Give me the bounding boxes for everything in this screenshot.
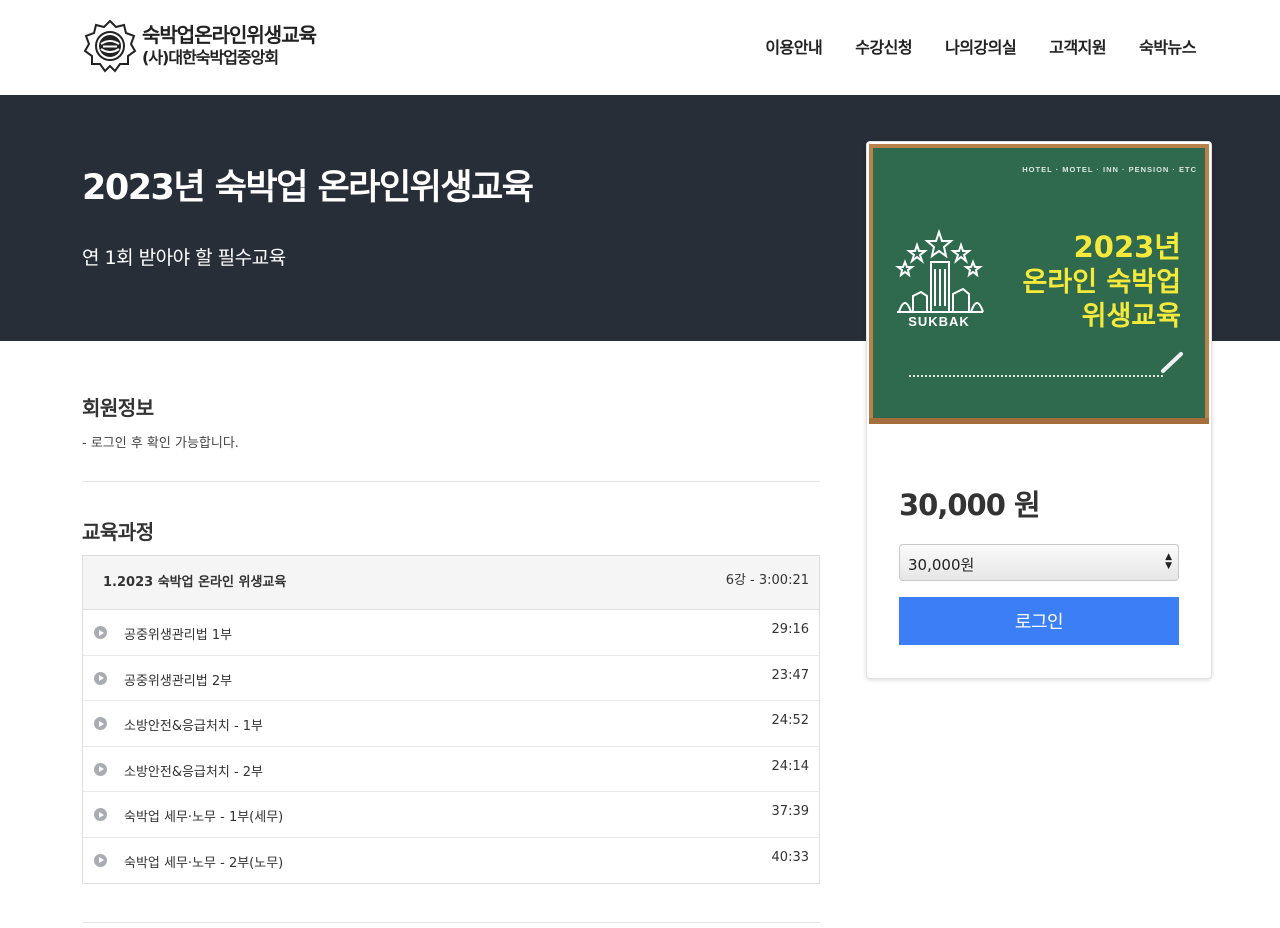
play-icon	[94, 671, 107, 685]
page-title: 2023년 숙박업 온라인위생교육	[82, 168, 534, 208]
lesson-duration: 24:14	[771, 758, 809, 774]
price-option-value: 30,000원	[908, 556, 975, 574]
divider	[82, 481, 820, 482]
nav-item-news[interactable]: 숙박뉴스	[1139, 34, 1196, 58]
play-icon	[94, 808, 107, 821]
purchase-card: HOTEL · MOTEL · INN · PENSION · ETC SUKB…	[866, 141, 1212, 679]
course-header[interactable]: 1.2023 숙박업 온라인 위생교육 6강 - 3:00:21	[83, 556, 819, 610]
lesson-title: 공중위생관리법 2부	[124, 673, 233, 689]
curriculum-table: 1.2023 숙박업 온라인 위생교육 6강 - 3:00:21 공중위생관리법…	[82, 555, 820, 884]
logo-title: 숙박업온라인위생교육	[142, 23, 317, 48]
page-subtitle: 연 1회 받아야 할 필수교육	[82, 247, 286, 269]
course-price: 30,000 원	[899, 488, 1041, 522]
nav-item-my-classroom[interactable]: 나의강의실	[945, 34, 1017, 58]
lesson-item[interactable]: 공중위생관리법 2부 23:47	[83, 656, 819, 701]
member-info-note: - 로그인 후 확인 가능합니다.	[82, 436, 239, 451]
thumbnail-brand: SUKBAK	[908, 314, 970, 329]
lesson-duration: 24:52	[771, 713, 809, 728]
lesson-duration: 23:47	[771, 667, 809, 683]
lesson-duration: 37:39	[771, 804, 809, 819]
select-arrows-icon: ▲ ▼	[1165, 552, 1172, 571]
play-icon	[94, 717, 107, 730]
thumbnail-caption: HOTEL · MOTEL · INN · PENSION · ETC	[1022, 165, 1197, 174]
lesson-item[interactable]: 공중위생관리법 1부 29:16	[83, 610, 819, 656]
nav-item-support[interactable]: 고객지원	[1049, 34, 1106, 58]
main-nav: 이용안내 수강신청 나의강의실 고객지원 숙박뉴스	[765, 34, 1196, 58]
thumbnail-line3: 위생교육	[1082, 301, 1181, 332]
curriculum-title: 교육과정	[82, 520, 154, 544]
course-title: 1.2023 숙박업 온라인 위생교육	[103, 575, 287, 590]
lesson-title: 소방안전&응급처치 - 1부	[124, 719, 264, 734]
lesson-item[interactable]: 숙박업 세무·노무 - 2부(노무) 40:33	[83, 838, 819, 884]
lesson-title: 숙박업 세무·노무 - 1부(세무)	[124, 810, 284, 825]
thumbnail-line2: 온라인 숙박업	[1023, 267, 1181, 298]
lesson-duration: 40:33	[771, 849, 809, 865]
play-icon	[94, 853, 107, 867]
lesson-item[interactable]: 숙박업 세무·노무 - 1부(세무) 37:39	[83, 792, 819, 838]
thumbnail-line1: 2023년	[1074, 230, 1181, 264]
price-option-select[interactable]: 30,000원 ▲ ▼	[899, 544, 1179, 581]
lesson-duration: 29:16	[771, 622, 809, 637]
site-header: 숙박업온라인위생교육 (사)대한숙박업중앙회 이용안내 수강신청 나의강의실 고…	[0, 0, 1280, 95]
association-emblem-icon	[83, 19, 137, 73]
member-info-title: 회원정보	[82, 396, 154, 420]
logo-subtitle: (사)대한숙박업중앙회	[142, 48, 279, 68]
course-meta: 6강 - 3:00:21	[725, 573, 809, 588]
lesson-title: 소방안전&응급처치 - 2부	[124, 764, 264, 780]
lesson-item[interactable]: 소방안전&응급처치 - 1부 24:52	[83, 701, 819, 747]
play-icon	[94, 626, 107, 639]
login-button[interactable]: 로그인	[899, 597, 1179, 645]
course-thumbnail: HOTEL · MOTEL · INN · PENSION · ETC SUKB…	[869, 144, 1209, 424]
lesson-item[interactable]: 소방안전&응급처치 - 2부 24:14	[83, 747, 819, 792]
lesson-title: 숙박업 세무·노무 - 2부(노무)	[124, 855, 284, 871]
divider	[82, 922, 820, 923]
site-logo[interactable]: 숙박업온라인위생교육 (사)대한숙박업중앙회	[82, 18, 317, 74]
nav-item-enroll[interactable]: 수강신청	[855, 34, 912, 58]
play-icon	[94, 762, 107, 776]
nav-item-guide[interactable]: 이용안내	[765, 34, 822, 58]
lesson-title: 공중위생관리법 1부	[124, 628, 233, 643]
